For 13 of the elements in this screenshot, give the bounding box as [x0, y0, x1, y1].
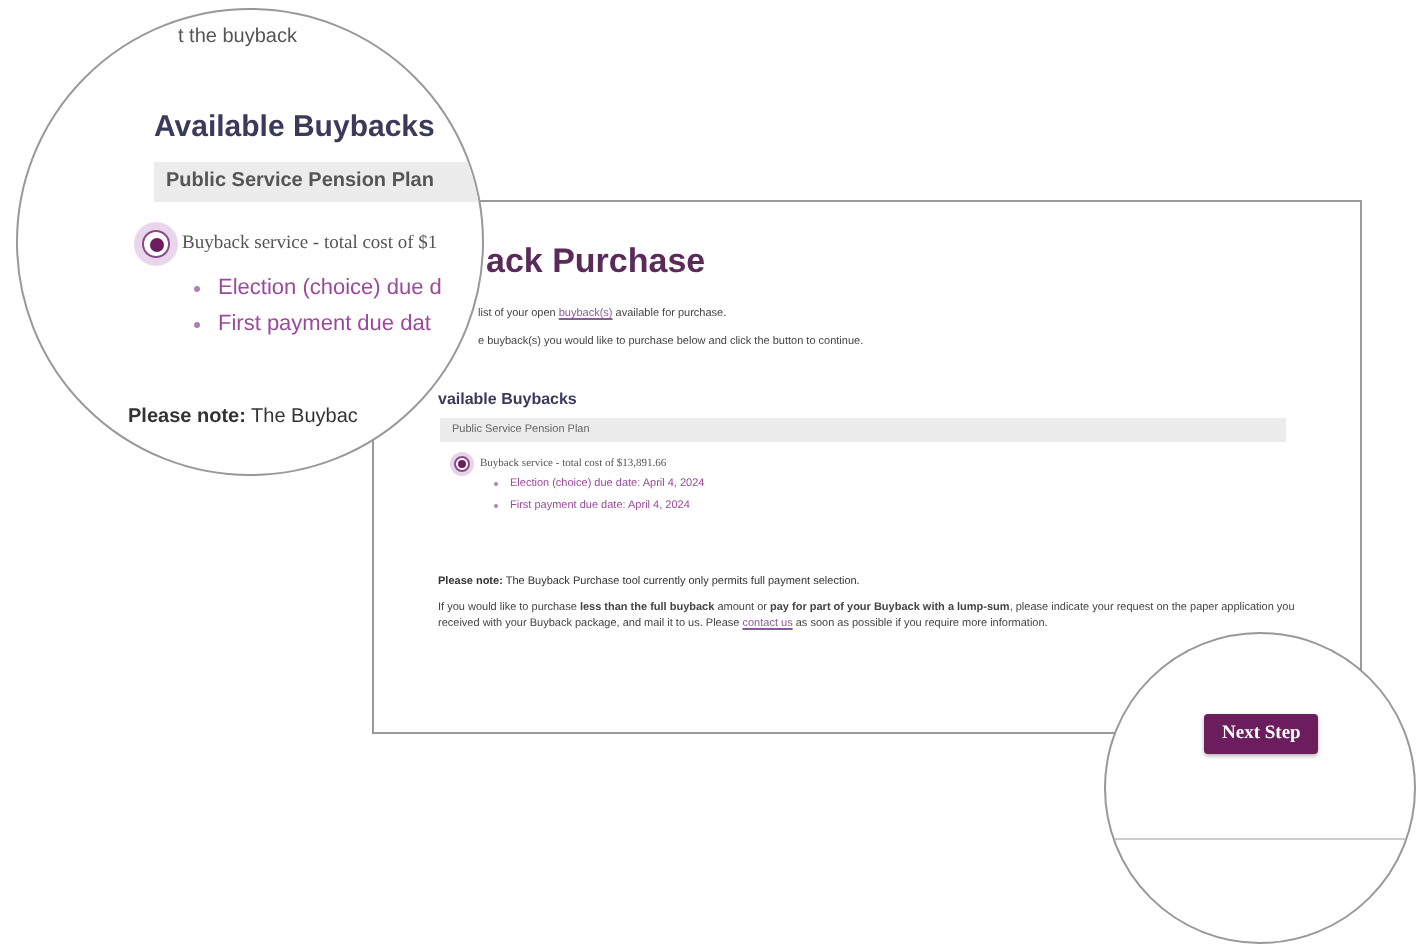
note-text: Please note: The Buybac [128, 406, 358, 428]
radio-button[interactable] [454, 456, 470, 472]
plan-header: Public Service Pension Plan [154, 162, 482, 202]
due-date-text: First payment due dat [218, 310, 431, 340]
section-heading: vailable Buybacks [438, 390, 577, 410]
bullet-icon [194, 286, 200, 292]
page-title: ack Purchase [486, 242, 706, 282]
option-label: Buyback service - total cost of $1 [182, 234, 438, 254]
due-date-text: Election (choice) due d [218, 274, 442, 304]
bullet-icon [194, 322, 200, 328]
cut-text: t the buyback [178, 26, 297, 48]
next-step-button[interactable]: Next Step [1204, 714, 1319, 754]
section-heading: Available Buybacks [154, 110, 435, 144]
